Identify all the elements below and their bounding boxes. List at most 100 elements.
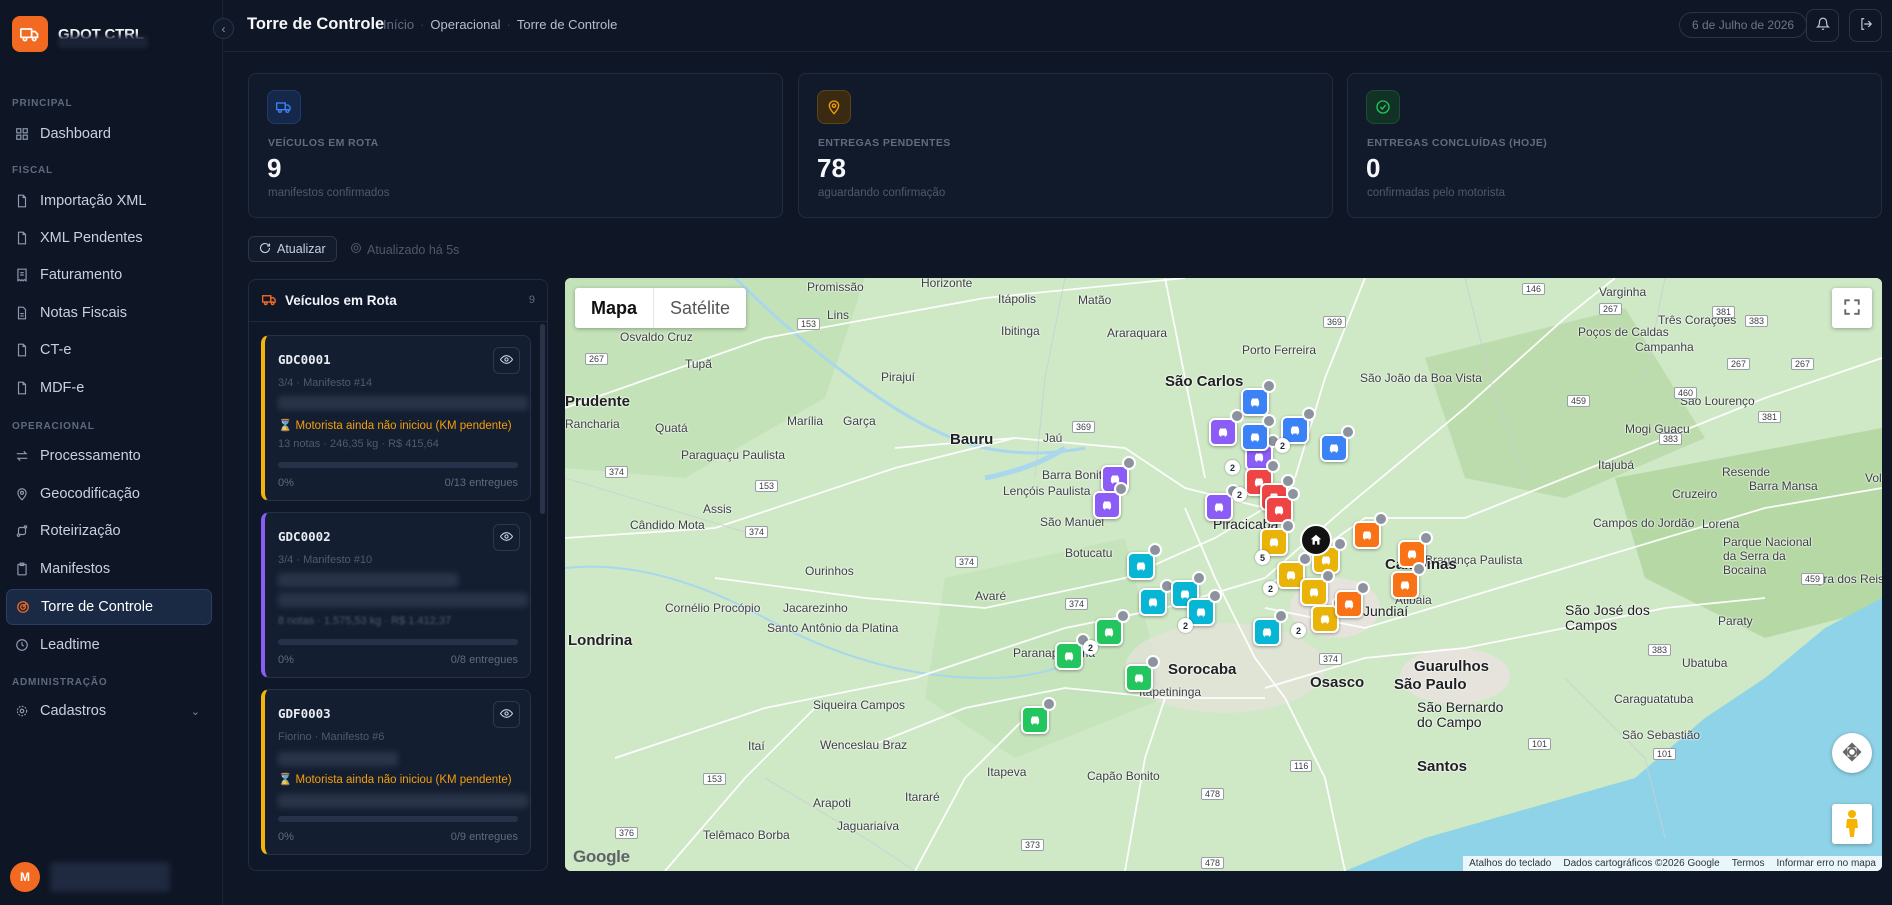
breadcrumb-separator: · bbox=[420, 17, 425, 32]
sidebar-item-leadtime[interactable]: Leadtime bbox=[6, 627, 212, 663]
file-icon bbox=[14, 380, 30, 396]
map-footer-link[interactable]: Atalhos do teclado bbox=[1469, 858, 1551, 869]
road-shield: 369 bbox=[1323, 316, 1347, 328]
last-updated-text: Atualizado há 5s bbox=[367, 242, 460, 257]
vehicle-marker[interactable] bbox=[1095, 609, 1130, 646]
map-place-major: Guarulhos bbox=[1414, 658, 1490, 675]
view-vehicle-button[interactable] bbox=[493, 701, 520, 728]
map-footer-link[interactable]: Termos bbox=[1732, 858, 1765, 869]
stat-sub: manifestos confirmados bbox=[268, 187, 390, 199]
vehicle-marker[interactable] bbox=[1125, 655, 1160, 692]
sidebar-item-label: Manifestos bbox=[40, 561, 111, 577]
stat-sub: confirmadas pelo motorista bbox=[1367, 187, 1506, 199]
street-view-pegman[interactable] bbox=[1832, 804, 1872, 844]
user-menu[interactable]: M bbox=[10, 862, 170, 892]
vehicle-card[interactable]: GDC0001 3/4 · Manifesto #14 ⌛ Motorista … bbox=[261, 335, 531, 501]
blurred-address bbox=[278, 794, 528, 808]
sidebar-item-importacao-xml[interactable]: Importação XML bbox=[6, 183, 212, 219]
map-place: Jaguariaíva bbox=[837, 819, 900, 833]
road-shield: 383 bbox=[1745, 315, 1769, 327]
vehicle-plate: GDC0001 bbox=[278, 352, 331, 367]
vehicle-marker[interactable] bbox=[1055, 633, 1090, 670]
scrollbar[interactable] bbox=[540, 324, 545, 514]
camera-control-button[interactable] bbox=[1832, 733, 1872, 773]
road-shield: 369 bbox=[1072, 421, 1096, 433]
map-place: Pirajuí bbox=[881, 370, 916, 384]
map-place: Itaí bbox=[748, 739, 765, 753]
sidebar-item-processamento[interactable]: Processamento bbox=[6, 438, 212, 474]
map-place: Cruzeiro bbox=[1672, 487, 1718, 501]
tab-satelite[interactable]: Satélite bbox=[654, 288, 746, 328]
map-place: Itapeva bbox=[987, 765, 1027, 779]
map-place: Wenceslau Braz bbox=[820, 738, 908, 752]
vehicle-marker[interactable] bbox=[1209, 409, 1244, 446]
map-place: Paraty bbox=[1718, 614, 1753, 628]
sidebar-item-geocodificacao[interactable]: Geocodificação bbox=[6, 476, 212, 512]
breadcrumb-item[interactable]: Início bbox=[383, 17, 414, 32]
vehicle-marker[interactable] bbox=[1391, 562, 1426, 599]
map-footer-link[interactable]: Informar erro no mapa bbox=[1777, 858, 1877, 869]
refresh-button[interactable]: Atualizar bbox=[248, 236, 337, 262]
map-place: Garça bbox=[843, 414, 876, 428]
breadcrumb: Início · Operacional · Torre de Controle bbox=[383, 17, 617, 32]
map-place: Cornélio Procópio bbox=[665, 601, 761, 615]
road-shield: 383 bbox=[1659, 433, 1683, 445]
vehicle-marker[interactable] bbox=[1353, 512, 1388, 549]
cluster-badge: 2 bbox=[1225, 460, 1240, 475]
vehicle-marker[interactable] bbox=[1253, 609, 1288, 646]
logout-button[interactable] bbox=[1849, 9, 1882, 42]
vehicle-marker[interactable] bbox=[1241, 379, 1276, 416]
blurred-driver bbox=[278, 573, 458, 587]
vehicle-marker[interactable] bbox=[1241, 414, 1276, 451]
road-shield: 374 bbox=[605, 466, 629, 478]
tab-mapa[interactable]: Mapa bbox=[575, 288, 655, 328]
sidebar: GDOT CTRL PRINCIPAL Dashboard FISCAL Imp… bbox=[0, 0, 223, 905]
breadcrumb-item[interactable]: Operacional bbox=[430, 17, 500, 32]
stat-value: 0 bbox=[1366, 153, 1381, 183]
road-shield: 459 bbox=[1801, 573, 1825, 585]
sidebar-item-xml-pendentes[interactable]: XML Pendentes bbox=[6, 220, 212, 256]
sidebar-item-cte[interactable]: CT-e bbox=[6, 332, 212, 368]
view-vehicle-button[interactable] bbox=[493, 524, 520, 551]
vehicle-card[interactable]: GDC0002 3/4 · Manifesto #10 8 notas · 1.… bbox=[261, 512, 531, 678]
road-shield: 153 bbox=[797, 318, 821, 330]
brand-subtitle-blurred bbox=[58, 36, 148, 48]
vehicle-marker[interactable] bbox=[1093, 482, 1128, 519]
sidebar-item-label: Cadastros bbox=[40, 703, 107, 719]
vehicle-marker[interactable] bbox=[1300, 569, 1335, 606]
view-vehicle-button[interactable] bbox=[493, 347, 520, 374]
map-place: Lençóis Paulista bbox=[1003, 484, 1091, 498]
vehicle-marker[interactable] bbox=[1320, 425, 1355, 462]
map-place: Poços de Caldas bbox=[1578, 325, 1669, 339]
depot-home-marker[interactable] bbox=[1300, 524, 1332, 556]
section-administracao: ADMINISTRAÇÃO bbox=[12, 677, 108, 688]
cluster-badge: 2 bbox=[1291, 623, 1306, 638]
cluster-badge: 5 bbox=[1255, 550, 1270, 565]
sidebar-item-faturamento[interactable]: Faturamento bbox=[6, 257, 212, 293]
vehicle-warning: ⌛ Motorista ainda não iniciou (KM penden… bbox=[278, 420, 512, 432]
notifications-button[interactable] bbox=[1806, 9, 1839, 42]
sidebar-item-manifestos[interactable]: Manifestos bbox=[6, 551, 212, 587]
vehicle-card[interactable]: GDF0003 Fiorino · Manifesto #6 ⌛ Motoris… bbox=[261, 689, 531, 855]
vehicle-plate: GDF0003 bbox=[278, 706, 331, 721]
cluster-badge: 2 bbox=[1178, 618, 1193, 633]
collapse-sidebar-button[interactable]: ‹ bbox=[213, 18, 234, 39]
stat-card-pendentes: ENTREGAS PENDENTES 78 aguardando confirm… bbox=[798, 73, 1333, 218]
fullscreen-button[interactable] bbox=[1832, 288, 1872, 328]
road-shield: 373 bbox=[1021, 839, 1045, 851]
vehicle-marker[interactable] bbox=[1335, 581, 1370, 618]
vehicle-marker[interactable] bbox=[1021, 697, 1056, 734]
sidebar-item-cadastros[interactable]: Cadastros ⌄ bbox=[6, 693, 212, 729]
vehicle-marker[interactable] bbox=[1127, 543, 1162, 580]
vehicle-marker[interactable] bbox=[1139, 579, 1174, 616]
sidebar-item-roteirizacao[interactable]: Roteirização bbox=[6, 513, 212, 549]
sidebar-item-torre-de-controle[interactable]: Torre de Controle bbox=[6, 589, 212, 625]
map[interactable]: Promissão Lins Horizonte Itápolis Matão … bbox=[565, 278, 1882, 871]
sidebar-item-mdfe[interactable]: MDF-e bbox=[6, 370, 212, 406]
vehicle-marker[interactable] bbox=[1205, 484, 1240, 521]
map-place: Quatá bbox=[655, 421, 688, 435]
sidebar-item-notas-fiscais[interactable]: Notas Fiscais bbox=[6, 295, 212, 331]
sidebar-item-dashboard[interactable]: Dashboard bbox=[6, 116, 212, 152]
road-shield: 267 bbox=[1727, 358, 1751, 370]
map-place: Porto Ferreira bbox=[1242, 343, 1317, 357]
